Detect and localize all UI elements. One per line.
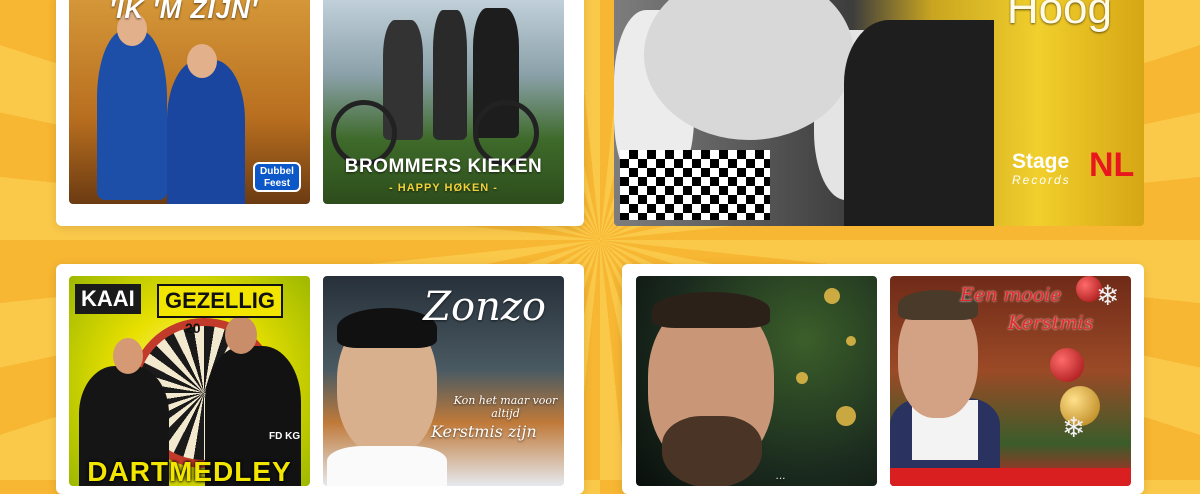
label-stage-text: Stage xyxy=(1012,150,1070,173)
dubbel-feest-logo: Dubbel Feest xyxy=(253,162,301,192)
album-card-ik-m-zijn[interactable]: 'IK 'M ZIJN' Dubbel Feest xyxy=(69,0,310,204)
banner-right-text: GEZELLIG xyxy=(157,284,283,318)
album-title: BROMMERS KIEKEN xyxy=(344,156,543,177)
album-subtitle-line-1: Kon het maar voor altijd xyxy=(453,394,558,420)
dartboard-number: 20 xyxy=(185,320,201,336)
album-title-line-2: Kerstmis xyxy=(1008,312,1094,334)
snowflake-icon: ❄ xyxy=(1062,412,1086,443)
album-card-hoog[interactable]: Hoog Stage Records NL xyxy=(614,0,1144,226)
album-title: DARTMEDLEY xyxy=(87,456,292,486)
logo-line-2: Feest xyxy=(263,178,291,189)
singer-hair xyxy=(652,292,770,328)
ornament-icon xyxy=(1050,348,1084,382)
album-title-line-1: Een mooie xyxy=(960,284,1062,306)
artist-name: Zonzo xyxy=(423,284,546,330)
album-card-christmas-bearded[interactable]: ... xyxy=(636,276,877,486)
singer-beard xyxy=(662,416,762,486)
album-title: 'IK 'M ZIJN' xyxy=(109,0,258,24)
singer-figure xyxy=(167,60,245,204)
album-card-zonzo[interactable]: Zonzo Kon het maar voor altijd Kerstmis … xyxy=(323,276,564,486)
singer-hair xyxy=(337,308,437,348)
checkered-top xyxy=(620,150,770,220)
singer-head xyxy=(113,338,143,374)
album-card-kaai-gezellig[interactable]: 20 FD KG KAAI GEZELLIG DARTMEDLEY xyxy=(69,276,310,486)
bokeh-light-icon xyxy=(824,288,840,304)
album-subtitle: - HAPPY HØKEN - xyxy=(389,182,498,194)
singer-shirt xyxy=(327,446,447,486)
album-card-een-mooie-kerstmis[interactable]: ❄ ❄ Een mooie Kerstmis xyxy=(890,276,1131,486)
album-card-brommers-kieken[interactable]: BROMMERS KIEKEN - HAPPY HØKEN - xyxy=(323,0,564,204)
bokeh-light-icon xyxy=(796,372,808,384)
singer-head xyxy=(225,316,257,354)
singer-head xyxy=(187,44,217,78)
banner-left-text: KAAI xyxy=(75,284,141,314)
bokeh-light-icon xyxy=(846,336,856,346)
snowflake-icon: ❄ xyxy=(1096,280,1120,311)
bottom-red-band xyxy=(890,468,1131,486)
label-records-text: Records xyxy=(1012,173,1071,187)
singer-figure xyxy=(97,30,167,200)
label-nl-text: NL xyxy=(1089,146,1135,184)
album-title: Hoog xyxy=(1006,0,1112,33)
album-subtitle-line-2: Kerstmis zijn xyxy=(431,422,537,441)
singer-jacket xyxy=(844,20,994,226)
bokeh-light-icon xyxy=(836,406,856,426)
band-member-figure xyxy=(433,10,467,140)
shirt-logo: FD KG xyxy=(269,431,301,442)
logo-line-1: Dubbel xyxy=(260,166,294,177)
